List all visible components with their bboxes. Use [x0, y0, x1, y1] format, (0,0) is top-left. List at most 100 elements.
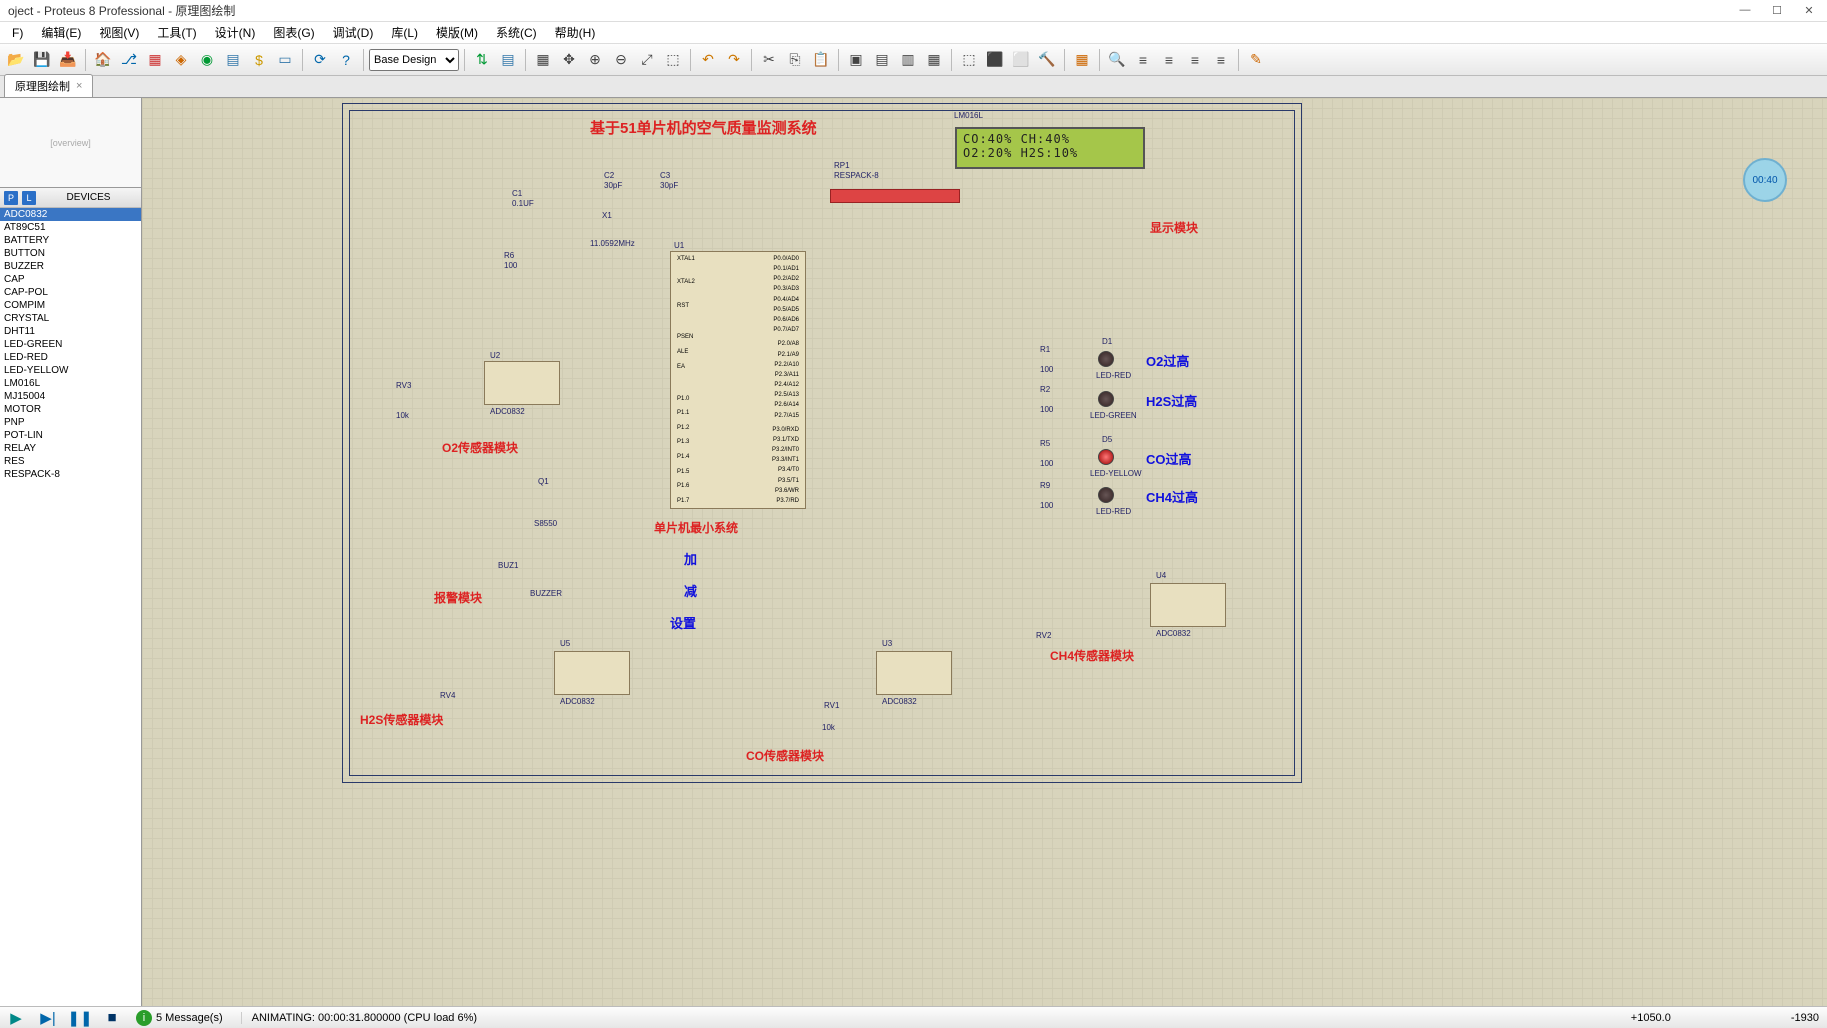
find-icon[interactable]: 🔍 [1105, 48, 1129, 72]
menu-system[interactable]: 系统(C) [488, 22, 545, 43]
device-item[interactable]: PNP [0, 416, 141, 429]
sim-play-button[interactable]: ▶ [0, 1008, 32, 1028]
home-icon[interactable]: 🏠 [91, 48, 115, 72]
block-rotate-icon[interactable]: ▥ [896, 48, 920, 72]
menu-view[interactable]: 视图(V) [91, 22, 147, 43]
open-icon[interactable]: 📂 [4, 48, 28, 72]
paste-icon[interactable]: 📋 [809, 48, 833, 72]
menu-help[interactable]: 帮助(H) [547, 22, 604, 43]
pan-icon[interactable]: ✥ [557, 48, 581, 72]
save-icon[interactable]: 💾 [30, 48, 54, 72]
code-icon[interactable]: $ [247, 48, 271, 72]
erc-icon[interactable]: ≡ [1131, 48, 1155, 72]
adc-u5[interactable] [554, 651, 630, 695]
device-item[interactable]: COMPIM [0, 299, 141, 312]
zoom-area-icon[interactable]: ⬚ [661, 48, 685, 72]
vsm-icon[interactable]: ▭ [273, 48, 297, 72]
device-item[interactable]: MJ15004 [0, 390, 141, 403]
menu-file[interactable]: F) [4, 24, 31, 42]
hammer-icon[interactable]: 🔨 [1035, 48, 1059, 72]
menu-debug[interactable]: 调试(D) [325, 22, 382, 43]
transfer-icon[interactable]: ⇅ [470, 48, 494, 72]
compile-icon[interactable]: ≡ [1183, 48, 1207, 72]
menu-tools[interactable]: 工具(T) [149, 22, 204, 43]
zoom-in-icon[interactable]: ⊕ [583, 48, 607, 72]
devices-list[interactable]: ADC0832AT89C51BATTERYBUTTONBUZZERCAPCAP-… [0, 208, 141, 1006]
device-item[interactable]: BUTTON [0, 247, 141, 260]
toggle-icon[interactable]: ▦ [1070, 48, 1094, 72]
3d-icon[interactable]: ◈ [169, 48, 193, 72]
schematic-canvas[interactable]: 00:40 基于51单片机的空气质量监测系统 LM016L CO:40% CH:… [142, 98, 1827, 1006]
minimize-button[interactable]: — [1735, 4, 1755, 17]
cut-icon[interactable]: ✂ [757, 48, 781, 72]
device-item[interactable]: BUZZER [0, 260, 141, 273]
mcu-chip[interactable]: XTAL1XTAL2RSTPSENALEEAP1.0P1.1P1.2P1.3P1… [670, 251, 806, 509]
adc-u4[interactable] [1150, 583, 1226, 627]
device-item[interactable]: MOTOR [0, 403, 141, 416]
device-item[interactable]: RES [0, 455, 141, 468]
led-co[interactable] [1098, 449, 1114, 465]
block-move-icon[interactable]: ▤ [870, 48, 894, 72]
device-item[interactable]: DHT11 [0, 325, 141, 338]
device-item[interactable]: AT89C51 [0, 221, 141, 234]
messages-count[interactable]: 5 Message(s) [156, 1012, 223, 1024]
sim-pause-button[interactable]: ❚❚ [64, 1008, 96, 1028]
close-button[interactable]: ✕ [1799, 4, 1819, 17]
menu-template[interactable]: 模版(M) [428, 22, 486, 43]
help-icon[interactable]: ? [334, 48, 358, 72]
device-item[interactable]: CAP [0, 273, 141, 286]
device-item[interactable]: LED-RED [0, 351, 141, 364]
close-icon[interactable]: × [76, 80, 82, 92]
pcb-icon[interactable]: ▦ [143, 48, 167, 72]
p-button[interactable]: P [4, 191, 18, 205]
info-icon[interactable]: i [136, 1010, 152, 1026]
bom-icon[interactable]: ▤ [221, 48, 245, 72]
gerber-icon[interactable]: ◉ [195, 48, 219, 72]
maximize-button[interactable]: ☐ [1767, 4, 1787, 17]
respack-component[interactable] [830, 189, 960, 203]
device-item[interactable]: RELAY [0, 442, 141, 455]
decompose-icon[interactable]: ⬜ [1009, 48, 1033, 72]
overview-panel[interactable]: [overview] [0, 98, 141, 188]
package-icon[interactable]: ⬛ [983, 48, 1007, 72]
sim-stop-button[interactable]: ■ [96, 1008, 128, 1028]
zoom-out-icon[interactable]: ⊖ [609, 48, 633, 72]
copy-icon[interactable]: ⎘ [783, 48, 807, 72]
device-item[interactable]: LED-YELLOW [0, 364, 141, 377]
device-item[interactable]: POT-LIN [0, 429, 141, 442]
report-icon[interactable]: ≡ [1209, 48, 1233, 72]
led-o2[interactable] [1098, 351, 1114, 367]
schematic-icon[interactable]: ⎇ [117, 48, 141, 72]
device-item[interactable]: CRYSTAL [0, 312, 141, 325]
notes-icon[interactable]: ▤ [496, 48, 520, 72]
l-button[interactable]: L [22, 191, 36, 205]
sim-step-button[interactable]: ▶| [32, 1008, 64, 1028]
device-item[interactable]: ADC0832 [0, 208, 141, 221]
led-ch4[interactable] [1098, 487, 1114, 503]
zoom-fit-icon[interactable]: ⤢ [635, 48, 659, 72]
netlist-icon[interactable]: ≡ [1157, 48, 1181, 72]
design-select[interactable]: Base Design [369, 49, 459, 71]
lcd-display[interactable]: CO:40% CH:40% O2:20% H2S:10% [955, 127, 1145, 169]
import-icon[interactable]: 📥 [56, 48, 80, 72]
led-h2s[interactable] [1098, 391, 1114, 407]
menu-graph[interactable]: 图表(G) [265, 22, 322, 43]
menu-library[interactable]: 库(L) [383, 22, 426, 43]
adc-u3[interactable] [876, 651, 952, 695]
adc-u2[interactable] [484, 361, 560, 405]
device-item[interactable]: LED-GREEN [0, 338, 141, 351]
block-delete-icon[interactable]: ▦ [922, 48, 946, 72]
tab-schematic[interactable]: 原理图绘制 × [4, 74, 93, 97]
device-item[interactable]: CAP-POL [0, 286, 141, 299]
redo-icon[interactable]: ↷ [722, 48, 746, 72]
refresh-icon[interactable]: ⟳ [308, 48, 332, 72]
device-item[interactable]: BATTERY [0, 234, 141, 247]
menu-edit[interactable]: 编辑(E) [33, 22, 89, 43]
block-copy-icon[interactable]: ▣ [844, 48, 868, 72]
device-item[interactable]: LM016L [0, 377, 141, 390]
edit-prop-icon[interactable]: ✎ [1244, 48, 1268, 72]
device-item[interactable]: RESPACK-8 [0, 468, 141, 481]
pick-icon[interactable]: ⬚ [957, 48, 981, 72]
undo-icon[interactable]: ↶ [696, 48, 720, 72]
menu-design[interactable]: 设计(N) [207, 22, 264, 43]
